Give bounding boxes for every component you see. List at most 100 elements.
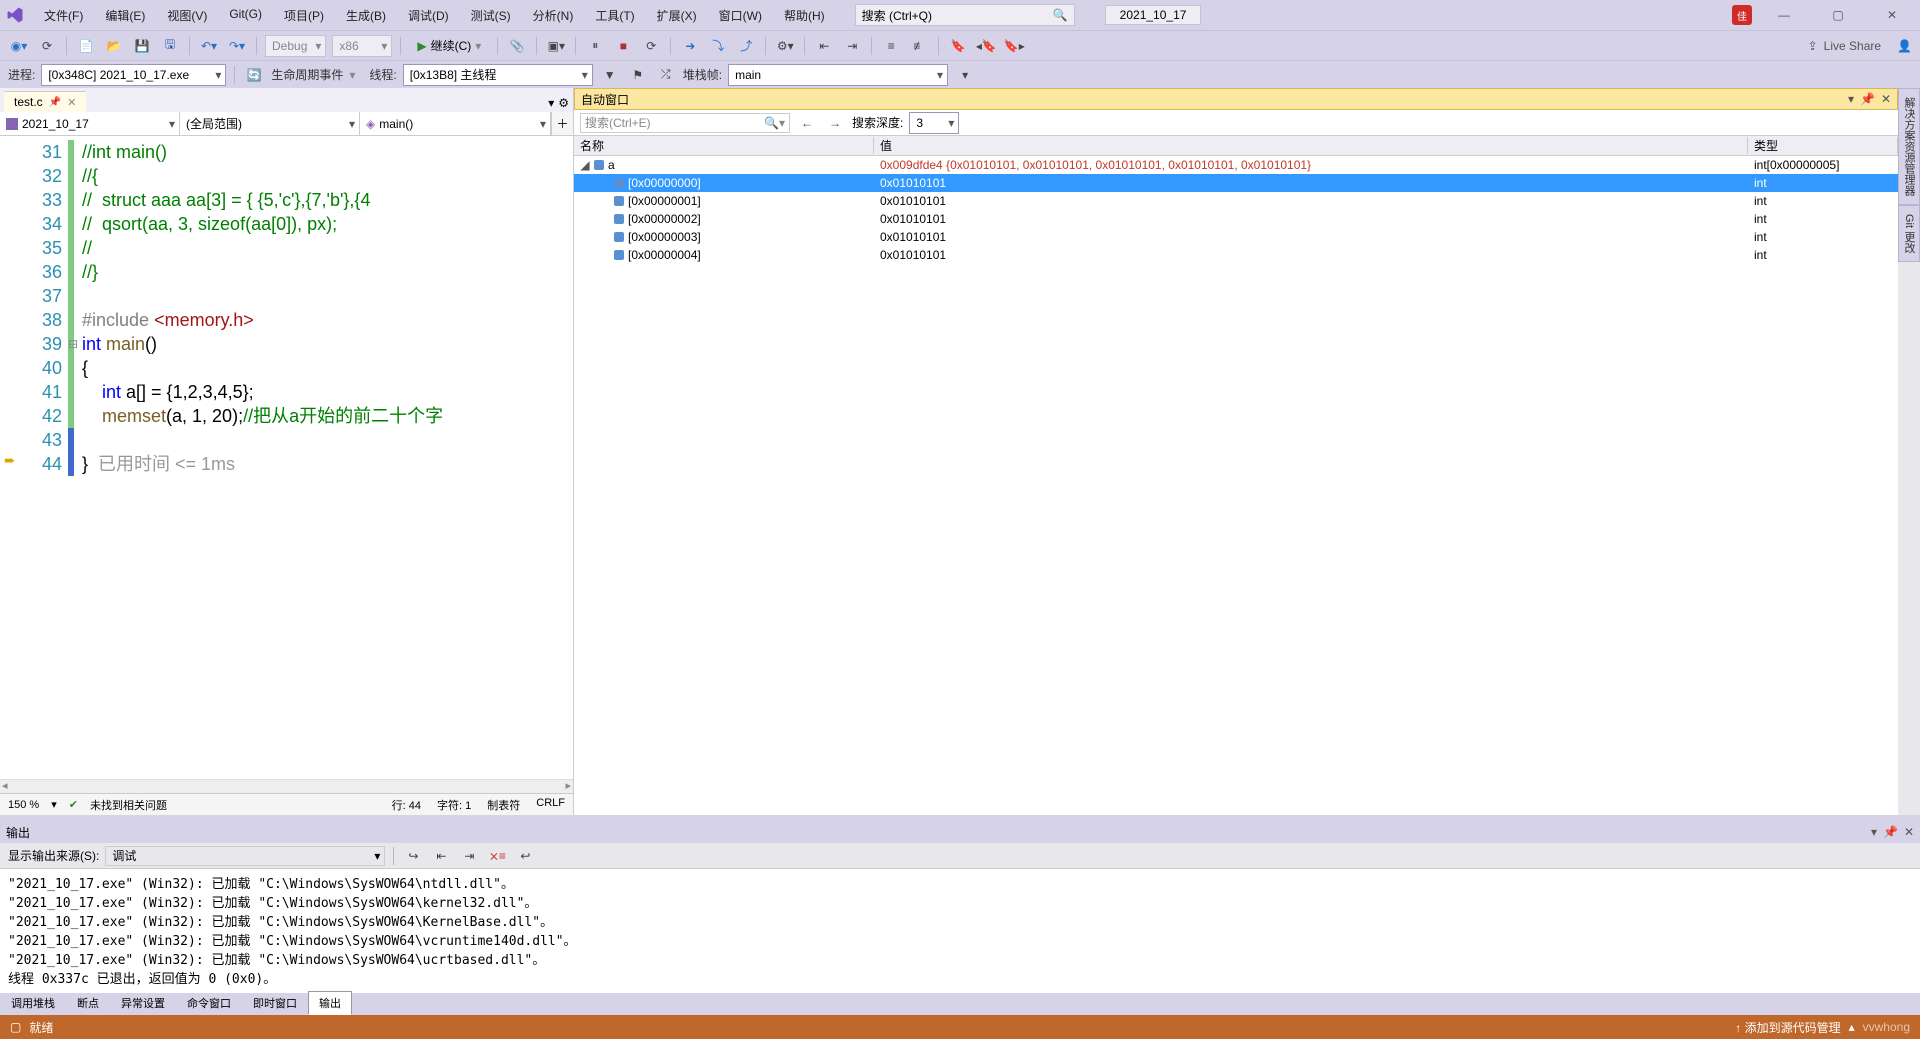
panel-menu-icon[interactable]: ▾ <box>1871 825 1877 839</box>
nav-range-combo[interactable]: (全局范围) <box>180 112 360 135</box>
overflow-icon[interactable]: ▾ <box>954 64 976 86</box>
menu-窗口(W)[interactable]: 窗口(W) <box>709 3 772 28</box>
nav-back-icon[interactable]: ◉▾ <box>8 35 30 57</box>
col-value[interactable]: 值 <box>874 137 1748 154</box>
tool1-icon[interactable]: ⚙▾ <box>774 35 796 57</box>
output-title[interactable]: 输出 ▾📌✕ <box>0 821 1920 843</box>
autos-title[interactable]: 自动窗口 ▾📌✕ <box>574 88 1898 110</box>
bm-prev-icon[interactable]: ◂🔖 <box>975 35 997 57</box>
wrap-icon[interactable]: ↩ <box>514 845 536 867</box>
depth-combo[interactable]: 3 <box>909 112 959 134</box>
undo-icon[interactable]: ↶▾ <box>198 35 220 57</box>
grid-row[interactable]: [0x00000002]0x01010101int <box>574 210 1898 228</box>
expander-icon[interactable]: ◢ <box>580 158 590 172</box>
pin-icon[interactable]: 📌 <box>49 97 61 108</box>
code-editor[interactable]: ➨ 3132333435363738394041424344 //int mai… <box>0 136 573 779</box>
next-msg-icon[interactable]: ⇥ <box>458 845 480 867</box>
autos-grid[interactable]: 名称 值 类型 ◢a 0x009dfde4 {0x01010101, 0x010… <box>574 136 1898 815</box>
editor-hscrollbar[interactable] <box>0 779 573 793</box>
menu-扩展(X)[interactable]: 扩展(X) <box>647 3 707 28</box>
uncomment-icon[interactable]: ≢ <box>908 35 930 57</box>
menu-生成(B)[interactable]: 生成(B) <box>336 3 396 28</box>
bm-next-icon[interactable]: 🔖▸ <box>1003 35 1025 57</box>
menu-调试(D)[interactable]: 调试(D) <box>398 3 459 28</box>
maximize-button[interactable]: ▢ <box>1816 1 1860 29</box>
indent-right-icon[interactable]: ⇥ <box>841 35 863 57</box>
grid-row[interactable]: [0x00000001]0x01010101int <box>574 192 1898 210</box>
new-file-icon[interactable]: 📄 <box>75 35 97 57</box>
save-all-icon[interactable]: 🖫 <box>159 35 181 57</box>
nav-fwd-icon[interactable]: ⟳ <box>36 35 58 57</box>
grid-row[interactable]: [0x00000004]0x01010101int <box>574 246 1898 264</box>
nav-scope-combo[interactable]: 2021_10_17 <box>0 112 180 135</box>
prev-msg-icon[interactable]: ⇤ <box>430 845 452 867</box>
bottom-tab[interactable]: 异常设置 <box>110 991 176 1015</box>
panel-menu-icon[interactable]: ▾ <box>1848 92 1854 106</box>
pause-icon[interactable]: ⏸ <box>584 35 606 57</box>
minimize-button[interactable]: — <box>1762 1 1806 29</box>
clear-icon[interactable]: ⨯≡ <box>486 845 508 867</box>
tab-gear-icon[interactable]: ⚙ <box>558 96 569 110</box>
scm-button[interactable]: ↑ 添加到源代码管理 <box>1735 1019 1840 1036</box>
nav-func-combo[interactable]: ◈main() <box>360 112 551 135</box>
bottom-tab[interactable]: 命令窗口 <box>176 991 242 1015</box>
menu-文件(F)[interactable]: 文件(F) <box>34 3 93 28</box>
output-text[interactable]: "2021_10_17.exe" (Win32): 已加载 "C:\Window… <box>0 869 1920 993</box>
panel-close-icon[interactable]: ✕ <box>1881 92 1891 106</box>
menu-编辑(E)[interactable]: 编辑(E) <box>95 3 155 28</box>
autos-search-input[interactable]: 搜索(Ctrl+E) 🔍▾ <box>580 113 790 133</box>
lifecycle-icon[interactable]: 🔄 <box>243 64 265 86</box>
platform-combo[interactable]: x86 <box>332 35 392 57</box>
filter-icon[interactable]: ▼ <box>599 64 621 86</box>
user-badge[interactable]: 佳 <box>1732 5 1752 25</box>
restart-icon[interactable]: ⟳ <box>640 35 662 57</box>
side-tab[interactable]: Git 更改 <box>1898 205 1920 262</box>
bookmark-icon[interactable]: 🔖 <box>947 35 969 57</box>
step-over-icon[interactable]: ⤵ <box>707 35 729 57</box>
panel-pin-icon[interactable]: 📌 <box>1883 825 1898 839</box>
side-tab[interactable]: 解决方案资源管理器 <box>1898 88 1920 205</box>
shuffle-icon[interactable]: ⤮ <box>655 64 677 86</box>
grid-row-root[interactable]: ◢a 0x009dfde4 {0x01010101, 0x01010101, 0… <box>574 156 1898 174</box>
close-tab-icon[interactable]: ✕ <box>67 96 76 109</box>
grid-row[interactable]: [0x00000003]0x01010101int <box>574 228 1898 246</box>
code-content[interactable]: //int main()//{// struct aaa aa[3] = { {… <box>68 136 573 476</box>
bottom-tab[interactable]: 调用堆栈 <box>0 991 66 1015</box>
bottom-tab[interactable]: 输出 <box>308 991 352 1015</box>
process-combo[interactable]: [0x348C] 2021_10_17.exe <box>41 64 226 86</box>
comment-icon[interactable]: ≡ <box>880 35 902 57</box>
menu-帮助(H)[interactable]: 帮助(H) <box>774 3 835 28</box>
flag-icon[interactable]: ⚑ <box>627 64 649 86</box>
stop-icon[interactable]: ■ <box>612 35 634 57</box>
nav-back-icon[interactable]: ← <box>796 112 818 134</box>
thread-combo[interactable]: [0x13B8] 主线程 <box>403 64 593 86</box>
attach-icon[interactable]: 📎 <box>506 35 528 57</box>
open-icon[interactable]: 📂 <box>103 35 125 57</box>
save-icon[interactable]: 💾 <box>131 35 153 57</box>
title-search[interactable]: 搜索 (Ctrl+Q) 🔍 <box>855 4 1075 26</box>
output-source-combo[interactable]: 调试 <box>105 846 385 866</box>
document-tab[interactable]: test.c 📌 ✕ <box>4 91 86 112</box>
col-type[interactable]: 类型 <box>1748 137 1898 154</box>
menu-视图(V)[interactable]: 视图(V) <box>157 3 217 28</box>
panel-close-icon[interactable]: ✕ <box>1904 825 1914 839</box>
close-button[interactable]: ✕ <box>1870 1 1914 29</box>
menu-分析(N)[interactable]: 分析(N) <box>523 3 584 28</box>
nav-plus-button[interactable]: ＋ <box>551 112 573 135</box>
panel-pin-icon[interactable]: 📌 <box>1860 92 1875 106</box>
menu-项目(P)[interactable]: 项目(P) <box>274 3 334 28</box>
indent-left-icon[interactable]: ⇤ <box>813 35 835 57</box>
snapshot-icon[interactable]: ▣▾ <box>545 35 567 57</box>
tab-overflow-icon[interactable]: ▾ <box>548 96 554 110</box>
menu-测试(S)[interactable]: 测试(S) <box>461 3 521 28</box>
continue-button[interactable]: ▶ 继续(C)▾ <box>409 35 489 57</box>
grid-row[interactable]: [0x00000000]0x01010101int <box>574 174 1898 192</box>
step-out-icon[interactable]: ⤴ <box>735 35 757 57</box>
config-combo[interactable]: Debug <box>265 35 326 57</box>
issues-label[interactable]: 未找到相关问题 <box>90 797 167 813</box>
zoom-level[interactable]: 150 % <box>8 799 39 811</box>
redo-icon[interactable]: ↷▾ <box>226 35 248 57</box>
col-name[interactable]: 名称 <box>574 137 874 154</box>
step-into-icon[interactable]: ➜ <box>679 35 701 57</box>
nav-fwd-icon[interactable]: → <box>824 112 846 134</box>
